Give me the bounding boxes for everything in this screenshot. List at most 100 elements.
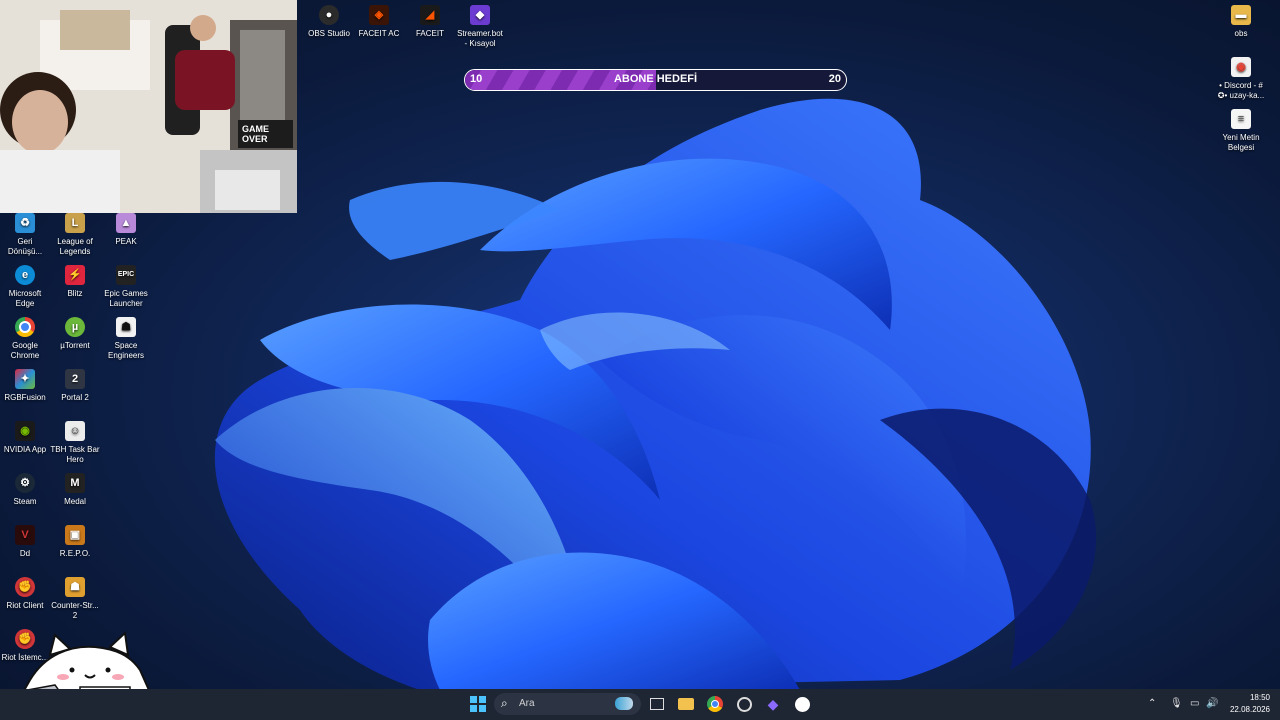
desktop-icon-label: TBH Task Bar Hero [50, 445, 100, 464]
desktop-icon-rgbfusion[interactable]: ✦ RGBFusion [0, 369, 50, 403]
taskbar-chrome-icon[interactable] [705, 694, 725, 714]
nvidia-icon: ◉ [15, 421, 35, 441]
search-placeholder: Ara [519, 698, 535, 709]
desktop-icon-label: Microsoft Edge [8, 289, 42, 308]
desktop-icon-recycle-bin[interactable]: ♻ Geri Dönüşü... [0, 213, 50, 257]
desktop-icon-label: FACEIT AC [358, 29, 400, 38]
desktop-icon-label: Geri Dönüşü... [7, 237, 43, 256]
desktop-icon-nvidia[interactable]: ◉ NVIDIA App [0, 421, 50, 455]
task-view-icon[interactable] [647, 694, 667, 714]
desktop-icon-space-engineers[interactable]: ☗ Space Engineers [101, 317, 151, 361]
desktop-icon-label: • Discord - # ✪• uzay-ka... [1217, 81, 1265, 100]
desktop-icon-league[interactable]: L League of Legends [50, 213, 100, 257]
microphone-icon[interactable]: 🎙 [1170, 698, 1183, 709]
faceit-ac-icon: ◈ [369, 5, 389, 25]
desktop-icon-streamer-bot[interactable]: ◆ Streamer.bot - Kısayol [455, 5, 505, 49]
desktop-icon-repo[interactable]: ▣ R.E.P.O. [50, 525, 100, 559]
display-icon[interactable]: ▭ [1190, 698, 1199, 709]
utorrent-icon: µ [65, 317, 85, 337]
epic-games-icon: EPIC [116, 265, 136, 285]
speaker-icon[interactable]: 🔊 [1206, 698, 1218, 709]
webcam-overlay: GAME OVER [0, 0, 297, 213]
desktop-icon-label: R.E.P.O. [59, 549, 91, 558]
taskbar-clock[interactable]: 18:50 22.08.2026 [1230, 692, 1270, 716]
desktop-icon-blitz[interactable]: ⚡ Blitz [50, 265, 100, 299]
chrome-shortcut-icon: ◉ [1231, 57, 1251, 77]
file-explorer-icon[interactable] [676, 694, 696, 714]
text-document-icon: ≡ [1231, 109, 1251, 129]
taskbar-hero-icon: ☺ [65, 421, 85, 441]
webcam-sign: GAME OVER [242, 124, 269, 144]
desktop-icon-faceit[interactable]: ◢ FACEIT [405, 5, 455, 39]
desktop-icon-label: Yeni Metin Belgesi [1222, 133, 1260, 152]
desktop-icon-epic-games[interactable]: EPIC Epic Games Launcher [101, 265, 151, 309]
desktop-icon-chrome[interactable]: Google Chrome [0, 317, 50, 361]
repo-icon: ▣ [65, 525, 85, 545]
desktop-icon-label: League of Legends [57, 237, 93, 256]
desktop-icon-label: RGBFusion [4, 393, 46, 402]
desktop-icon-label: Medal [64, 497, 86, 506]
streamer-bot-icon: ◆ [470, 5, 490, 25]
desktop-icon-dd[interactable]: V Dd [0, 525, 50, 559]
desktop-icon-peak[interactable]: ▲ PEAK [101, 213, 151, 247]
search-highlight-icon [615, 697, 633, 710]
desktop-icon-label: Space Engineers [107, 341, 145, 360]
desktop-icon-taskbar-hero[interactable]: ☺ TBH Task Bar Hero [50, 421, 100, 465]
medal-icon: M [65, 473, 85, 493]
desktop-icon-label: FACEIT [415, 29, 444, 38]
taskbar-obs-icon[interactable] [734, 694, 754, 714]
desktop-icon-obs[interactable]: ● OBS Studio [304, 5, 354, 39]
desktop-icon-label: µTorrent [60, 341, 90, 350]
desktop-icon-obs-folder[interactable]: ▬ obs [1216, 5, 1266, 39]
windows-start-icon[interactable] [468, 694, 488, 714]
recycle-bin-icon: ♻ [15, 213, 35, 233]
desktop-icon-utorrent[interactable]: µ µTorrent [50, 317, 100, 351]
peak-icon: ▲ [116, 213, 136, 233]
goal-label: ABONE HEDEFİ [613, 73, 698, 85]
chevron-up-icon[interactable]: ⌃ [1148, 698, 1156, 709]
space-engineers-icon: ☗ [116, 317, 136, 337]
rgbfusion-icon: ✦ [15, 369, 35, 389]
desktop-icon-label: Streamer.bot - Kısayol [457, 29, 503, 48]
desktop-icon-label: NVIDIA App [3, 445, 47, 454]
desktop-icon-text-document[interactable]: ≡ Yeni Metin Belgesi [1216, 109, 1266, 153]
desktop-icon-label: OBS Studio [308, 29, 350, 38]
desktop-icon-medal[interactable]: M Medal [50, 473, 100, 507]
taskbar-search-box[interactable]: ⌕ Ara [494, 693, 641, 715]
faceit-icon: ◢ [420, 5, 440, 25]
taskbar-github-icon[interactable] [792, 694, 812, 714]
desktop-icon-label: Google Chrome [10, 341, 40, 360]
desktop-icon-faceit-ac[interactable]: ◈ FACEIT AC [354, 5, 404, 39]
desktop-icon-label: Epic Games Launcher [104, 289, 148, 308]
edge-icon: e [15, 265, 35, 285]
clock-time: 18:50 [1249, 693, 1270, 702]
taskbar-streamer-bot-icon[interactable]: ◆ [763, 694, 783, 714]
desktop-icon-label: obs [1234, 29, 1248, 38]
dd-icon: V [15, 525, 35, 545]
search-icon: ⌕ [501, 696, 508, 710]
subscriber-goal-bar: 10 ABONE HEDEFİ 20 [464, 69, 847, 91]
clock-date: 22.08.2026 [1229, 705, 1270, 714]
folder-icon: ▬ [1231, 5, 1251, 25]
desktop-icon-label: Riot Client [6, 601, 44, 610]
league-icon: L [65, 213, 85, 233]
obs-icon: ● [319, 5, 339, 25]
desktop-icon-steam[interactable]: ⚙ Steam [0, 473, 50, 507]
desktop-icon-label: Blitz [67, 289, 83, 298]
desktop-icon-label: Counter-Str... 2 [51, 601, 99, 620]
desktop-icon-label: PEAK [115, 237, 137, 246]
goal-end: 20 [828, 73, 841, 85]
counter-strike-icon: ☗ [65, 577, 85, 597]
desktop-icon-discord-shortcut[interactable]: ◉ • Discord - # ✪• uzay-ka... [1216, 57, 1266, 101]
desktop-icon-portal2[interactable]: 2 Portal 2 [50, 369, 100, 403]
blitz-icon: ⚡ [65, 265, 85, 285]
desktop-icon-edge[interactable]: e Microsoft Edge [0, 265, 50, 309]
riot-client-icon: ✊ [15, 577, 35, 597]
desktop-icon-label: Steam [13, 497, 37, 506]
desktop-icon-counter-strike[interactable]: ☗ Counter-Str... 2 [50, 577, 100, 621]
desktop-icon-riot-client[interactable]: ✊ Riot Client [0, 577, 50, 611]
steam-icon: ⚙ [15, 473, 35, 493]
desktop-icon-label: Dd [19, 549, 31, 558]
desktop-icon-label: Portal 2 [61, 393, 89, 402]
portal2-icon: 2 [65, 369, 85, 389]
